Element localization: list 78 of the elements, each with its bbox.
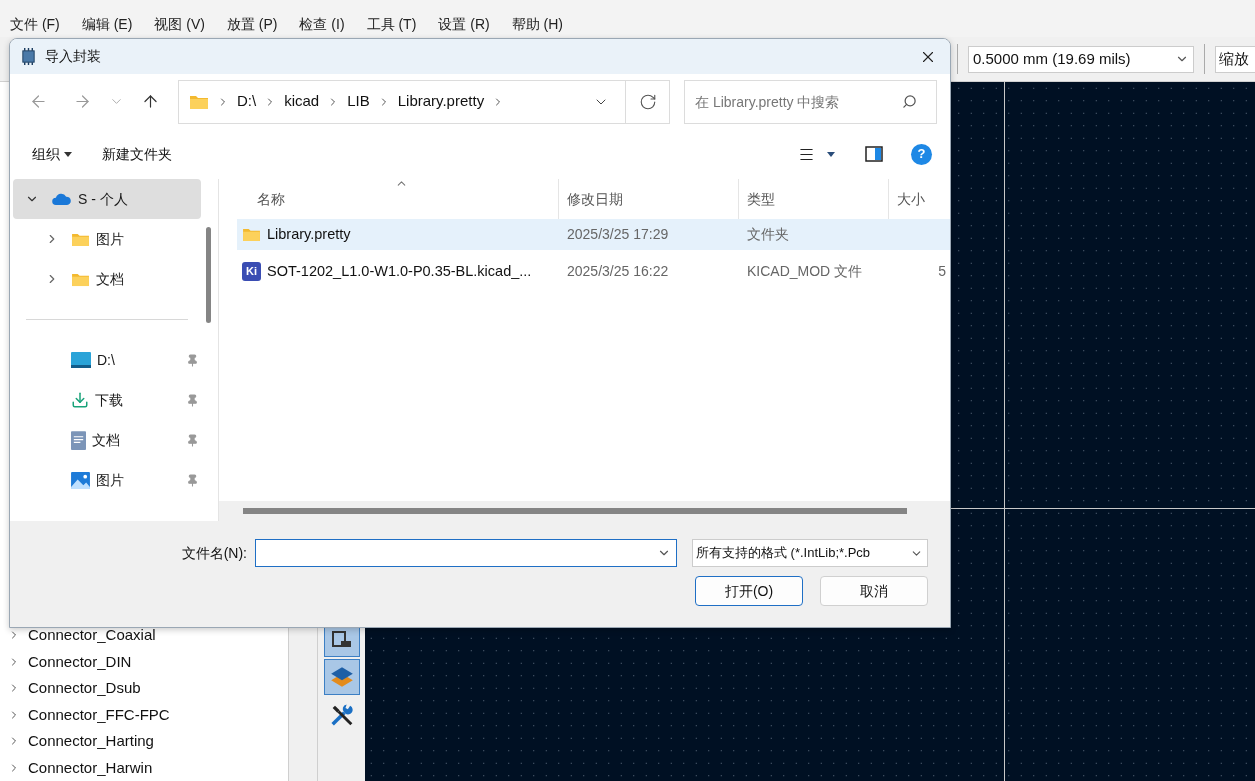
file-size: 5 bbox=[937, 262, 947, 281]
drive-icon bbox=[71, 352, 91, 368]
nav-item[interactable]: 图片 bbox=[13, 460, 201, 500]
zoom-select[interactable]: 缩放 bbox=[1215, 45, 1255, 73]
menu-item[interactable]: 文件 (F) bbox=[10, 14, 60, 35]
library-item[interactable]: Connector_Coaxial bbox=[0, 622, 288, 649]
document-icon bbox=[71, 430, 86, 450]
library-item[interactable]: Connector_Harting bbox=[0, 728, 288, 755]
library-item[interactable]: Connector_Harwin bbox=[0, 754, 288, 781]
nav-item[interactable]: 图片 bbox=[13, 219, 201, 259]
nav-label: D:\ bbox=[97, 350, 115, 370]
scrollbar-thumb[interactable] bbox=[205, 227, 211, 323]
address-bar[interactable]: D:\ kicad LIB Library.pretty bbox=[178, 79, 670, 124]
nav-item[interactable]: D:\ bbox=[13, 340, 201, 380]
library-item[interactable]: Connector_FFC-FPC bbox=[0, 701, 288, 728]
file-type: 文件夹 bbox=[746, 225, 790, 244]
menu-item[interactable]: 放置 (P) bbox=[226, 14, 278, 35]
layers-tool-button[interactable] bbox=[323, 659, 360, 695]
organize-button[interactable]: 组织 bbox=[32, 143, 72, 165]
modified-date: 2025/3/25 17:29 bbox=[566, 225, 670, 244]
pin-icon[interactable] bbox=[186, 433, 199, 447]
modified-date: 2025/3/25 16:22 bbox=[566, 262, 670, 281]
menu-item[interactable]: 视图 (V) bbox=[154, 14, 205, 35]
search-field[interactable]: 在 Library.pretty 中搜索 bbox=[684, 79, 937, 124]
footprint-icon bbox=[331, 630, 352, 648]
menu-item[interactable]: 工具 (T) bbox=[366, 14, 417, 35]
nav-item[interactable]: S - 个人 bbox=[13, 179, 201, 219]
cloud-icon bbox=[51, 192, 72, 206]
folder-icon bbox=[189, 93, 209, 110]
grid-select[interactable]: 0.5000 mm (19.69 mils) bbox=[968, 45, 1194, 73]
menu-item[interactable]: 帮助 (H) bbox=[511, 14, 563, 35]
nav-item[interactable]: 文档 bbox=[13, 420, 201, 460]
menu-item[interactable]: 设置 (R) bbox=[438, 14, 490, 35]
column-header[interactable]: 名称 bbox=[237, 179, 558, 219]
breadcrumb-item[interactable]: D:\ bbox=[237, 90, 257, 113]
filename-field[interactable] bbox=[255, 539, 677, 567]
folder-icon bbox=[242, 227, 261, 242]
breadcrumb-item[interactable]: kicad bbox=[284, 90, 320, 113]
library-item[interactable]: Connector_Dsub bbox=[0, 675, 288, 702]
kicad-file-icon: Ki bbox=[242, 262, 261, 281]
caret-icon[interactable] bbox=[827, 151, 835, 157]
new-folder-button[interactable]: 新建文件夹 bbox=[102, 143, 172, 165]
nav-label: 文档 bbox=[92, 430, 120, 450]
file-type: KICAD_MOD 文件 bbox=[746, 262, 864, 281]
chip-icon bbox=[20, 48, 37, 65]
file-name: SOT-1202_L1.0-W1.0-P0.35-BL.kicad_... bbox=[267, 261, 532, 281]
folder-icon bbox=[71, 271, 90, 287]
download-icon bbox=[71, 391, 89, 409]
menu-item[interactable]: 编辑 (E) bbox=[81, 14, 133, 35]
file-name: Library.pretty bbox=[267, 224, 351, 244]
window-title: 导入封装 bbox=[45, 47, 101, 66]
filter-select[interactable]: 所有支持的格式 (*.IntLib;*.Pcb bbox=[692, 539, 928, 567]
horizontal-scrollbar-thumb[interactable] bbox=[243, 508, 907, 514]
library-item[interactable]: Connector_DIN bbox=[0, 648, 288, 675]
open-button[interactable]: 打开(O) bbox=[695, 576, 803, 606]
refresh-icon bbox=[638, 92, 657, 111]
file-row[interactable]: Library.pretty 2025/3/25 17:29 文件夹 bbox=[237, 219, 950, 250]
menu-item[interactable]: 检查 (I) bbox=[299, 14, 345, 35]
nav-item[interactable]: 下载 bbox=[13, 380, 201, 420]
cancel-button[interactable]: 取消 bbox=[820, 576, 928, 606]
nav-label: S - 个人 bbox=[78, 189, 128, 209]
filename-label: 文件名(N): bbox=[181, 543, 247, 563]
search-icon[interactable] bbox=[902, 93, 917, 109]
preview-pane-icon[interactable] bbox=[865, 146, 883, 162]
folder-icon bbox=[71, 231, 90, 247]
help-button[interactable]: ? bbox=[911, 143, 932, 165]
nav-item[interactable]: 文档 bbox=[13, 259, 201, 299]
breadcrumb-item[interactable]: LIB bbox=[347, 90, 370, 113]
picture-icon bbox=[71, 471, 90, 489]
pin-icon[interactable] bbox=[186, 353, 199, 367]
nav-label: 下载 bbox=[95, 390, 123, 410]
nav-label: 图片 bbox=[96, 470, 124, 490]
nav-label: 文档 bbox=[96, 269, 124, 289]
breadcrumb-item[interactable]: Library.pretty bbox=[397, 90, 485, 113]
pin-icon[interactable] bbox=[186, 473, 199, 487]
pin-icon[interactable] bbox=[186, 393, 199, 407]
file-row[interactable]: Ki SOT-1202_L1.0-W1.0-P0.35-BL.kicad_... 2025/3/25 16:22 KICAD_MOD 文件 5 bbox=[237, 256, 950, 287]
nav-label: 图片 bbox=[96, 229, 124, 249]
